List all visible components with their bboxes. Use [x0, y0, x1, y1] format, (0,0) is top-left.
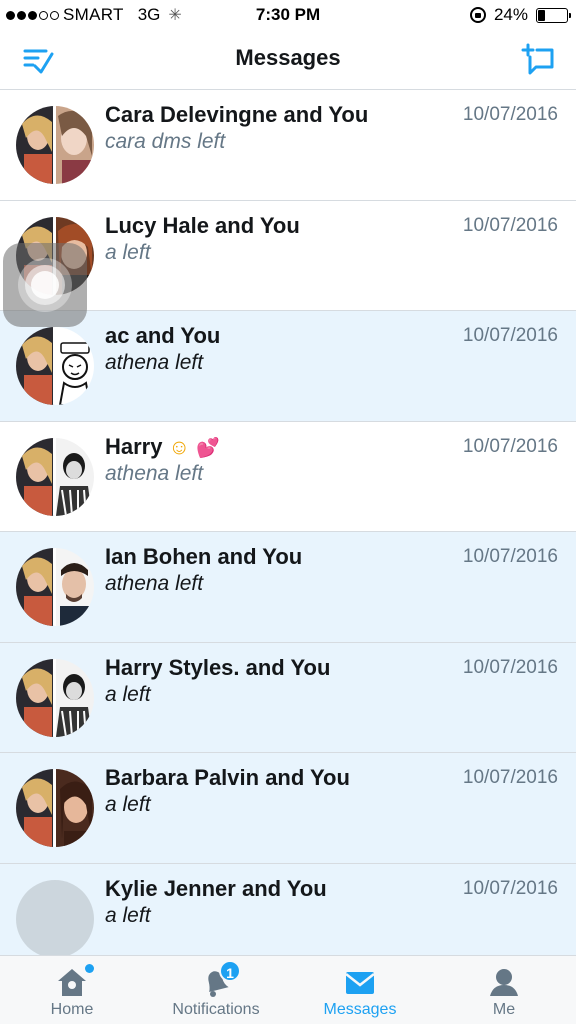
conversation-date: 10/07/2016 — [462, 656, 558, 678]
conversation-preview: athena left — [105, 572, 204, 595]
conversation-date: 10/07/2016 — [462, 767, 558, 788]
conversation-date: 10/07/2016 — [462, 546, 558, 567]
conversation-preview: a left — [105, 682, 151, 706]
person-icon — [487, 966, 521, 998]
conversation-date: 10/07/2016 — [462, 435, 558, 457]
tab-label: Messages — [323, 1001, 397, 1018]
tab-notifications[interactable]: 1 Notifications — [144, 956, 288, 1024]
conversation-row[interactable]: Cara Delevingne and You cara dms left 10… — [0, 90, 576, 201]
status-right: 24% — [469, 5, 571, 25]
group-avatar — [16, 658, 94, 737]
battery-percent: 24% — [493, 5, 528, 24]
tab-home[interactable]: Home — [0, 956, 144, 1024]
conversation-date: 10/07/2016 — [462, 325, 558, 346]
envelope-icon — [343, 966, 377, 998]
tab-messages[interactable]: Messages — [288, 956, 432, 1024]
conversation-row[interactable]: Ian Bohen and You athena left 10/07/2016 — [0, 532, 576, 643]
conversation-preview: a left — [105, 793, 151, 816]
conversation-name: Barbara Palvin and You — [105, 765, 350, 790]
tab-me[interactable]: Me — [432, 956, 576, 1024]
conversation-row[interactable]: Barbara Palvin and You a left 10/07/2016 — [0, 753, 576, 864]
conversation-date: 10/07/2016 — [462, 877, 558, 899]
group-avatar — [16, 548, 94, 626]
conversation-preview: athena left — [105, 461, 204, 485]
home-icon — [55, 964, 94, 998]
conversation-row[interactable]: Harry Styles. and You a left 10/07/2016 — [0, 642, 576, 753]
conversation-preview: athena left — [105, 351, 204, 374]
conversation-name: Lucy Hale and You — [105, 212, 300, 238]
notification-badge: 1 — [219, 960, 241, 982]
page-title: Messages — [235, 45, 341, 70]
conversation-preview: cara dms left — [105, 130, 226, 153]
group-avatar — [16, 769, 94, 847]
battery-icon — [536, 7, 571, 23]
bell-icon: 1 — [199, 960, 241, 998]
new-message-icon[interactable] — [520, 42, 556, 78]
conversation-preview: a left — [105, 903, 151, 927]
placeholder-avatar — [16, 879, 94, 958]
hearts-emoji-icon: 💕 — [195, 437, 220, 459]
tab-bar: Home 1 Notifications Messages Me — [0, 955, 576, 1024]
conversation-name: Harry ☺ 💕 — [105, 434, 220, 460]
conversation-name: Ian Bohen and You — [105, 544, 303, 569]
tab-label: Home — [50, 1001, 94, 1018]
conversation-date: 10/07/2016 — [462, 214, 558, 236]
conversation-list: Cara Delevingne and You cara dms left 10… — [0, 90, 576, 974]
group-avatar — [16, 437, 94, 516]
conversation-name: Kylie Jenner and You — [105, 875, 327, 901]
conversation-name: ac and You — [105, 323, 221, 348]
conversation-name: Harry Styles. and You — [105, 654, 331, 680]
status-bar: SMART 3G ✳ 7:30 PM 24% — [0, 0, 576, 30]
conversation-preview: a left — [105, 240, 151, 264]
unread-dot-icon — [85, 964, 94, 973]
conversation-date: 10/07/2016 — [462, 104, 558, 125]
conversation-name-text: Harry — [105, 433, 163, 459]
group-avatar — [16, 106, 94, 184]
smile-emoji-icon: ☺ — [168, 435, 190, 459]
group-avatar — [16, 327, 94, 405]
assistive-touch-button[interactable] — [3, 243, 87, 327]
nav-bar: Messages — [0, 30, 576, 90]
conversation-row[interactable]: Harry ☺ 💕 athena left 10/07/2016 — [0, 422, 576, 532]
tab-label: Me — [492, 1001, 516, 1018]
rotation-lock-icon — [469, 7, 486, 23]
tab-label: Notifications — [172, 1001, 260, 1018]
conversation-row[interactable]: ac and You athena left 10/07/2016 — [0, 311, 576, 422]
conversation-name: Cara Delevingne and You — [105, 102, 369, 127]
